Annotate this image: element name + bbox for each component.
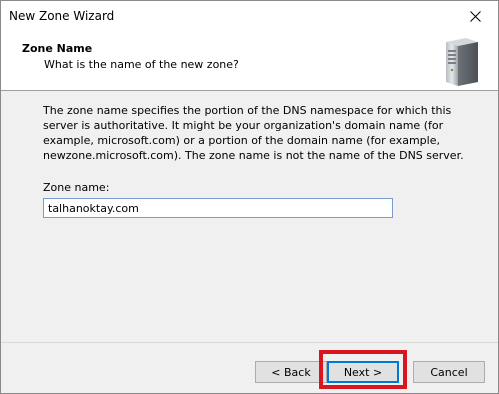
wizard-header: Zone Name What is the name of the new zo…: [1, 32, 498, 91]
window-title: New Zone Wizard: [9, 9, 115, 23]
close-icon: [469, 11, 481, 22]
wizard-body: The zone name specifies the portion of t…: [1, 91, 498, 343]
footer-divider: [1, 342, 498, 343]
close-button[interactable]: [452, 1, 498, 32]
zone-name-input[interactable]: [43, 198, 393, 218]
page-title: Zone Name: [22, 42, 93, 55]
wizard-window: New Zone Wizard Zone Name What is the na…: [0, 0, 499, 394]
zone-description: The zone name specifies the portion of t…: [43, 104, 464, 162]
page-subtitle: What is the name of the new zone?: [44, 58, 239, 71]
cancel-button[interactable]: Cancel: [413, 361, 485, 383]
next-button[interactable]: Next >: [327, 361, 399, 383]
back-button[interactable]: < Back: [255, 361, 327, 383]
zone-name-label: Zone name:: [43, 181, 110, 194]
server-icon: [446, 38, 478, 86]
title-bar: New Zone Wizard: [1, 1, 498, 32]
